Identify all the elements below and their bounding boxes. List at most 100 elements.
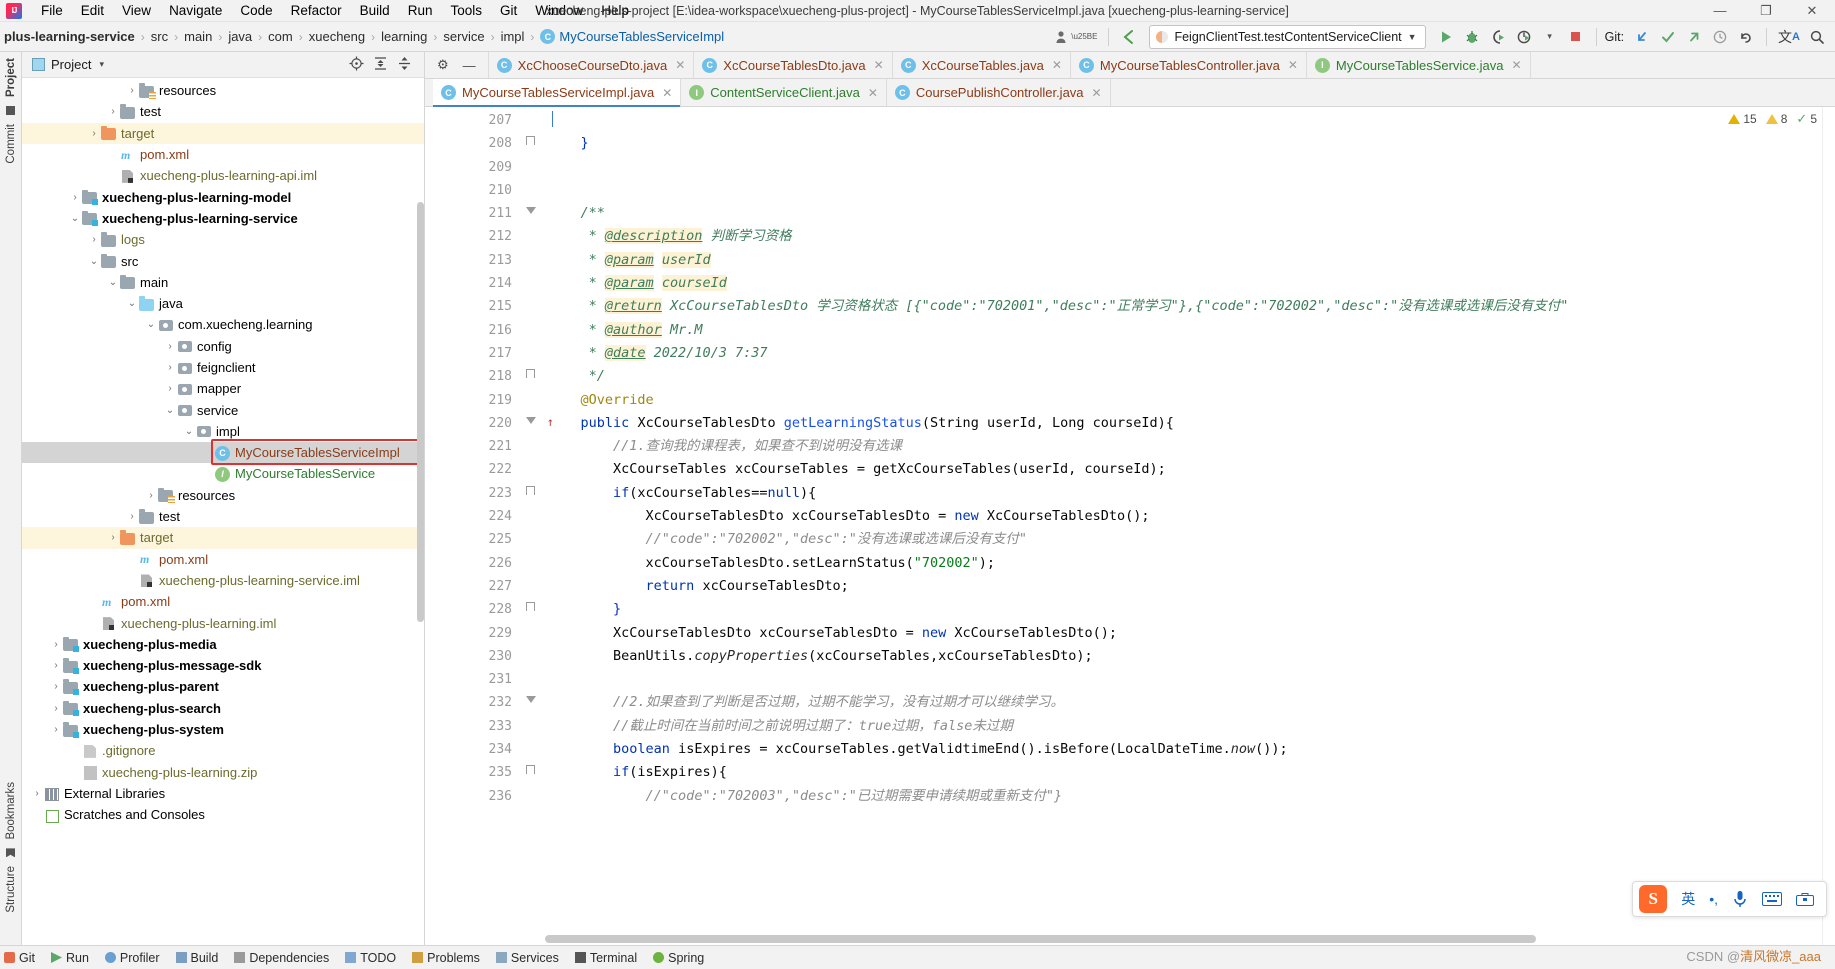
code-line[interactable]: return xcCourseTablesDto; [548, 575, 1835, 598]
tree-item-scratches-and-consoles[interactable]: Scratches and Consoles [22, 804, 424, 825]
tree-item-xuecheng-plus-learning-api-iml[interactable]: xuecheng-plus-learning-api.iml [22, 165, 424, 186]
menu-view[interactable]: View [113, 1, 160, 20]
git-update-icon[interactable] [1630, 25, 1654, 49]
code-line[interactable]: XcCourseTables xcCourseTables = getXcCou… [548, 458, 1835, 481]
code-line[interactable]: * @date 2022/10/3 7:37 [548, 342, 1835, 365]
fold-marker[interactable] [520, 387, 548, 410]
tree-item-target[interactable]: › target [22, 527, 424, 549]
run-button[interactable] [1434, 25, 1458, 49]
fold-marker[interactable] [520, 200, 548, 223]
breadcrumb-item-1[interactable]: src [149, 29, 170, 44]
fold-marker[interactable] [520, 713, 548, 736]
project-tree[interactable]: › resources › test › target m pom.xml xuecheng-p… [22, 78, 424, 945]
editor-tab-4[interactable]: I MyCourseTablesService.java ✕ [1306, 52, 1531, 78]
breadcrumb-item-7[interactable]: service [441, 29, 486, 44]
editor-tab-6[interactable]: I ContentServiceClient.java ✕ [681, 79, 887, 106]
code-line[interactable]: //1.查询我的课程表，如果查不到说明没有选课 [548, 435, 1835, 458]
tree-expand-arrow[interactable]: › [87, 128, 101, 139]
expand-all-icon[interactable] [373, 56, 388, 74]
ime-mode-label[interactable]: 英 [1681, 889, 1695, 909]
fold-marker[interactable] [520, 526, 548, 549]
tree-expand-arrow[interactable]: ⌄ [144, 319, 158, 330]
fold-marker[interactable] [520, 107, 548, 130]
tree-item-mycoursetablesserviceimpl[interactable]: C MyCourseTablesServiceImpl [22, 442, 424, 464]
code-line[interactable] [548, 668, 1835, 691]
tree-item-pom-xml[interactable]: m pom.xml [22, 144, 424, 165]
tree-item-xuecheng-plus-learning-iml[interactable]: xuecheng-plus-learning.iml [22, 612, 424, 633]
ime-toolbar[interactable]: S 英 •, [1632, 881, 1827, 917]
fold-marker[interactable] [520, 340, 548, 363]
stop-button[interactable] [1564, 25, 1588, 49]
maximize-button[interactable]: ❐ [1743, 0, 1789, 22]
status-build[interactable]: Build [175, 951, 218, 965]
tree-expand-arrow[interactable]: › [163, 341, 177, 352]
code-line[interactable]: //截止时间在当前时间之前说明过期了：true过期，false未过期 [548, 715, 1835, 738]
editor-tab-3[interactable]: C MyCourseTablesController.java ✕ [1070, 52, 1307, 78]
code-line[interactable]: //"code":"702002","desc":"没有选课或选课后没有支付" [548, 528, 1835, 551]
chevron-down-icon[interactable]: ▾ [99, 59, 104, 70]
fold-gutter[interactable] [520, 107, 548, 945]
tree-expand-arrow[interactable]: › [163, 362, 177, 373]
tree-item-xuecheng-plus-search[interactable]: › xuecheng-plus-search [22, 698, 424, 719]
tree-item-xuecheng-plus-media[interactable]: › xuecheng-plus-media [22, 634, 424, 655]
tree-item-xuecheng-plus-learning-service[interactable]: ⌄ xuecheng-plus-learning-service [22, 208, 424, 229]
code-line[interactable]: * @author Mr.M [548, 319, 1835, 342]
tree-item-external-libraries[interactable]: › External Libraries [22, 783, 424, 804]
toolbox-icon[interactable] [1796, 891, 1814, 907]
breadcrumb-item-8[interactable]: impl [499, 29, 527, 44]
menu-run[interactable]: Run [399, 1, 442, 20]
status-todo[interactable]: TODO [345, 951, 396, 965]
code-line[interactable]: * @description 判断学习资格 [548, 225, 1835, 248]
code-line[interactable]: } [548, 598, 1835, 621]
code-line[interactable]: */ [548, 365, 1835, 388]
code-content[interactable]: } /** * @description 判断学习资格 * @param use… [548, 107, 1835, 945]
tree-expand-arrow[interactable]: ⌄ [125, 298, 139, 309]
close-icon[interactable]: ✕ [1512, 58, 1522, 72]
tree-item-config[interactable]: › config [22, 336, 424, 357]
debug-button[interactable] [1460, 25, 1484, 49]
menu-build[interactable]: Build [351, 1, 399, 20]
tree-item-xuecheng-plus-learning-zip[interactable]: xuecheng-plus-learning.zip [22, 762, 424, 783]
editor-tab-1[interactable]: C XcCourseTablesDto.java ✕ [694, 52, 893, 78]
menu-file[interactable]: File [32, 1, 72, 20]
code-line[interactable]: BeanUtils.copyProperties(xcCourseTables,… [548, 645, 1835, 668]
code-line[interactable]: public XcCourseTablesDto getLearningStat… [548, 412, 1835, 435]
tool-tab-structure[interactable]: Structure [3, 860, 19, 919]
code-line[interactable] [548, 179, 1835, 202]
inspection-stripe[interactable] [1822, 107, 1835, 945]
breadcrumb-item-3[interactable]: java [226, 29, 254, 44]
fold-marker[interactable] [520, 410, 548, 433]
tree-expand-arrow[interactable]: › [163, 383, 177, 394]
fold-marker[interactable] [520, 596, 548, 619]
git-commit-icon[interactable] [1656, 25, 1680, 49]
fold-marker[interactable] [520, 363, 548, 386]
code-line[interactable]: @Override [548, 389, 1835, 412]
tree-expand-arrow[interactable]: › [125, 85, 139, 96]
tree-item-pom-xml[interactable]: m pom.xml [22, 591, 424, 612]
menu-code[interactable]: Code [231, 1, 281, 20]
code-line[interactable]: xcCourseTablesDto.setLearnStatus("702002… [548, 552, 1835, 575]
tree-item-xuecheng-plus-learning-service-iml[interactable]: xuecheng-plus-learning-service.iml [22, 570, 424, 591]
settings-icon[interactable]: ⚙ [437, 57, 449, 73]
close-icon[interactable]: ✕ [1288, 58, 1298, 72]
tree-expand-arrow[interactable]: › [49, 639, 63, 650]
breadcrumb-item-4[interactable]: com [266, 29, 295, 44]
code-line[interactable] [548, 109, 1835, 132]
tree-expand-arrow[interactable]: › [49, 681, 63, 692]
code-line[interactable]: if(xcCourseTables==null){ [548, 482, 1835, 505]
tree-item-com-xuecheng-learning[interactable]: ⌄ com.xuecheng.learning [22, 314, 424, 335]
code-line[interactable] [548, 156, 1835, 179]
tree-expand-arrow[interactable]: ⌄ [106, 277, 120, 288]
menu-help[interactable]: Help [592, 1, 638, 20]
code-line[interactable]: * @param userId [548, 249, 1835, 272]
fold-marker[interactable] [520, 550, 548, 573]
close-icon[interactable]: ✕ [675, 58, 685, 72]
fold-marker[interactable] [520, 293, 548, 316]
minimize-button[interactable]: — [1697, 0, 1743, 22]
code-line[interactable]: if(isExpires){ [548, 761, 1835, 784]
profile-button[interactable] [1512, 25, 1536, 49]
editor-tab-5[interactable]: C MyCourseTablesServiceImpl.java ✕ [433, 79, 682, 107]
fold-marker[interactable] [520, 689, 548, 712]
tool-tab-commit[interactable]: Commit [3, 118, 19, 170]
run-with-coverage-button[interactable] [1486, 25, 1510, 49]
